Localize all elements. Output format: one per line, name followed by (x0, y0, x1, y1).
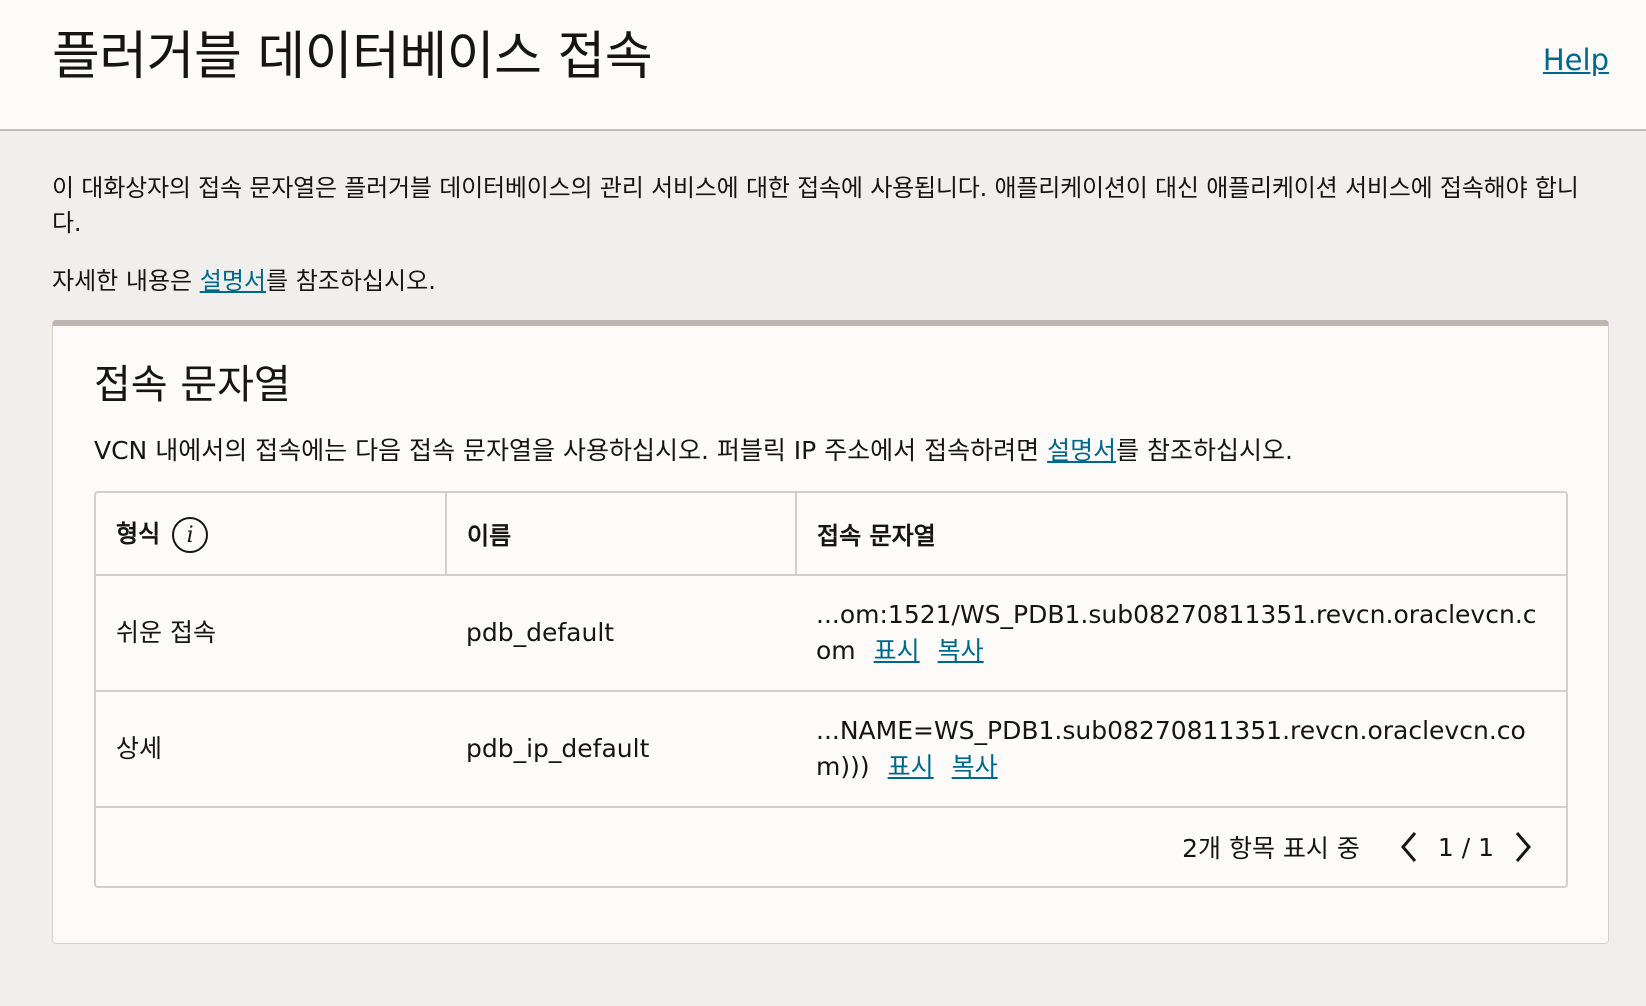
connection-string-text: ...om:1521/WS_PDB1.sub08270811351.revcn.… (816, 600, 1537, 665)
card-desc-prefix: VCN 내에서의 접속에는 다음 접속 문자열을 사용하십시오. 퍼블릭 IP … (94, 436, 1048, 465)
column-header-name: 이름 (446, 493, 797, 576)
show-link[interactable]: 표시 (874, 636, 920, 665)
pagination: 2개 항목 표시 중 1 / 1 (96, 808, 1566, 886)
cell-name: pdb_default (446, 575, 796, 692)
more-info-prefix: 자세한 내용은 (52, 267, 200, 295)
documentation-link[interactable]: 설명서 (200, 267, 266, 295)
cell-name: pdb_ip_default (446, 691, 796, 808)
page-title: 플러거블 데이터베이스 접속 (52, 27, 653, 87)
column-header-format: 형식 i (96, 493, 447, 576)
cell-connection: ...NAME=WS_PDB1.sub08270811351.revcn.ora… (796, 691, 1566, 808)
show-link[interactable]: 표시 (888, 752, 934, 781)
table-header-row: 형식 i 이름 접속 문자열 (96, 493, 1566, 576)
page-header: 플러거블 데이터베이스 접속 Help (0, 0, 1646, 131)
cell-connection: ...om:1521/WS_PDB1.sub08270811351.revcn.… (796, 575, 1566, 692)
more-info-suffix: 를 참조하십시오. (266, 267, 436, 295)
card-desc-suffix: 를 참조하십시오. (1116, 436, 1293, 465)
column-header-format-label: 형식 (116, 520, 161, 548)
card-documentation-link[interactable]: 설명서 (1047, 436, 1116, 465)
table-row: 쉬운 접속 pdb_default ...om:1521/WS_PDB1.sub… (96, 575, 1566, 692)
column-header-connection: 접속 문자열 (796, 493, 1566, 576)
chevron-right-icon[interactable] (1508, 827, 1538, 867)
table-row: 상세 pdb_ip_default ...NAME=WS_PDB1.sub082… (96, 691, 1566, 808)
card-title: 접속 문자열 (94, 362, 291, 408)
pagination-status: 2개 항목 표시 중 (1182, 834, 1360, 863)
chevron-left-icon[interactable] (1394, 827, 1424, 867)
cell-format: 쉬운 접속 (96, 575, 446, 692)
connection-table: 형식 i 이름 접속 문자열 쉬운 접속 pdb_default ...om:15… (96, 493, 1566, 808)
info-icon[interactable]: i (172, 517, 209, 553)
connection-table-container: 형식 i 이름 접속 문자열 쉬운 접속 pdb_default ...om:15… (94, 491, 1568, 888)
copy-link[interactable]: 복사 (938, 636, 984, 665)
more-info-text: 자세한 내용은 설명서를 참조하십시오. (52, 264, 1594, 298)
connection-strings-card: 접속 문자열 VCN 내에서의 접속에는 다음 접속 문자열을 사용하십시오. … (52, 320, 1609, 944)
card-description: VCN 내에서의 접속에는 다음 접속 문자열을 사용하십시오. 퍼블릭 IP … (94, 433, 1567, 469)
pagination-page: 1 / 1 (1437, 832, 1494, 862)
copy-link[interactable]: 복사 (952, 752, 998, 781)
intro-text: 이 대화상자의 접속 문자열은 플러거블 데이터베이스의 관리 서비스에 대한 … (52, 174, 1579, 237)
cell-format: 상세 (96, 691, 446, 808)
help-link[interactable]: Help (1543, 40, 1609, 80)
main-content: 이 대화상자의 접속 문자열은 플러거블 데이터베이스의 관리 서비스에 대한 … (0, 131, 1646, 944)
